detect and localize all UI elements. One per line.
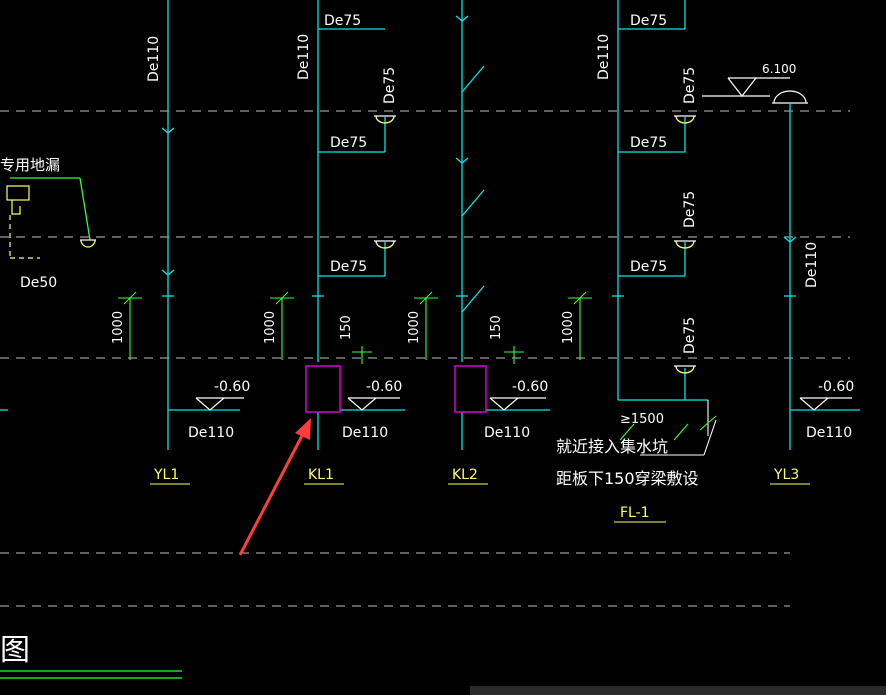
- pipe-size-label: De75: [330, 259, 367, 275]
- pipe-size-label: De75: [330, 135, 367, 151]
- pipe-size-label: De110: [596, 34, 612, 80]
- pipe-size-label: De110: [146, 36, 162, 82]
- pipe-size-label: De75: [382, 67, 398, 104]
- pipe-size-label: De75: [630, 259, 667, 275]
- pipe-size-label: De75: [682, 67, 698, 104]
- dimension-label: 1000: [561, 311, 576, 344]
- elevation-label: -0.60: [214, 379, 250, 395]
- dimension-label: 1000: [407, 311, 422, 344]
- pipe-size-label: De50: [20, 275, 57, 291]
- pipe-size-label: De75: [682, 191, 698, 228]
- dimension-label: 150: [489, 315, 504, 340]
- pipe-size-label: De110: [188, 425, 234, 441]
- pit-note-line1: 就近接入集水坑: [556, 437, 668, 456]
- elevation-label: -0.60: [366, 379, 402, 395]
- pipe-tag: YL3: [773, 467, 799, 483]
- dimension-label: ≥1500: [620, 412, 664, 427]
- pipe-size-label: De110: [806, 425, 852, 441]
- pipe-size-label: De110: [296, 34, 312, 80]
- pipe-tag: KL1: [308, 467, 334, 483]
- floor-drain-note: 专用地漏: [0, 156, 60, 174]
- pipe-size-label: De110: [804, 242, 820, 288]
- pipe-tag: KL2: [452, 467, 478, 483]
- dimension-label: 1000: [111, 311, 126, 344]
- pipe-size-label: De75: [324, 13, 361, 29]
- pipe-size-label: De75: [682, 317, 698, 354]
- dimension-label: 150: [339, 315, 354, 340]
- pipe-size-label: De75: [630, 135, 667, 151]
- pipe-size-label: De75: [630, 13, 667, 29]
- pipe-tag: FL-1: [620, 505, 650, 521]
- pipe-size-label: De110: [484, 425, 530, 441]
- pipe-size-label: De110: [342, 425, 388, 441]
- elevation-label: -0.60: [512, 379, 548, 395]
- status-strip: [470, 686, 886, 695]
- pipe-tag: YL1: [153, 467, 179, 483]
- drawing-title: 图: [0, 633, 30, 668]
- pit-note-line2: 距板下150穿梁敷设: [556, 469, 699, 488]
- elevation-label: -0.60: [818, 379, 854, 395]
- dimension-label: 1000: [263, 311, 278, 344]
- elevation-label: 6.100: [762, 62, 796, 76]
- drainage-system-diagram: De110 De110 De75 De75 De75 De75 De75 De7…: [0, 0, 886, 695]
